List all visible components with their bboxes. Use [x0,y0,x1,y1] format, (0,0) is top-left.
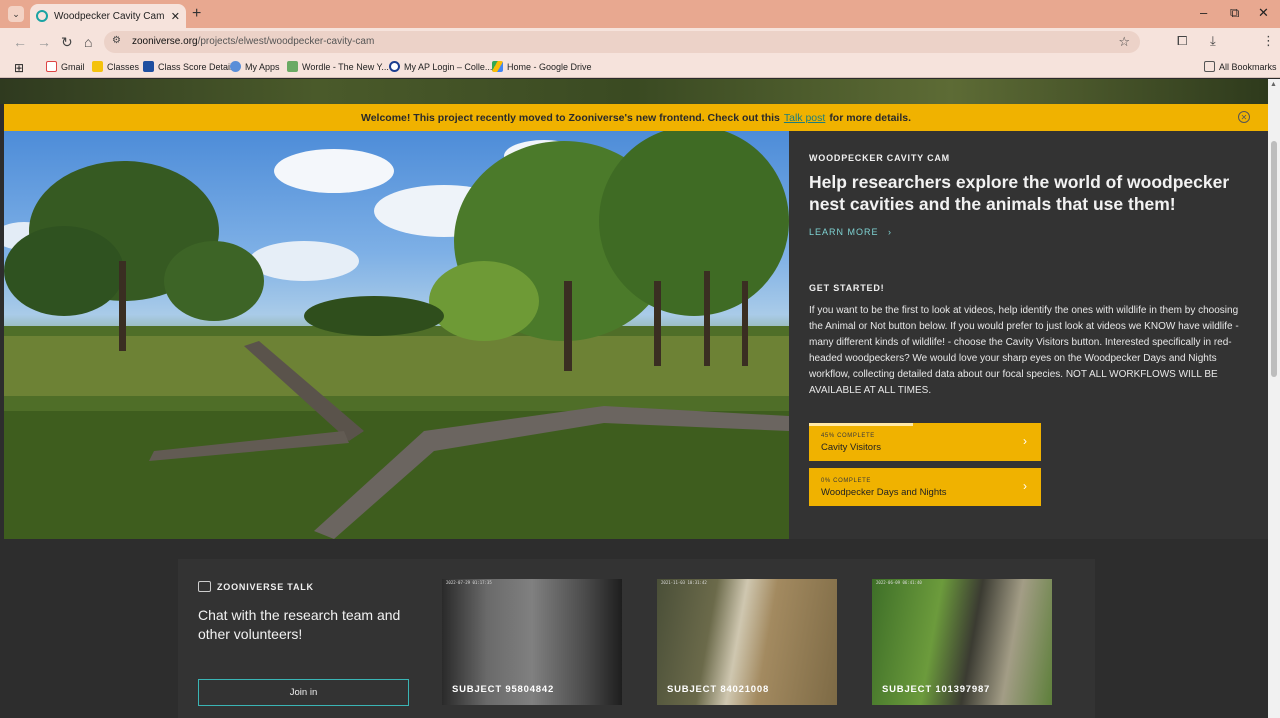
bookmark-my-apps[interactable]: My Apps [230,61,280,72]
classroom-icon [92,61,103,72]
new-tab-button[interactable]: + [192,5,201,23]
menu-kebab-icon[interactable]: ⋮ [1262,33,1275,49]
bookmark-star-icon[interactable]: ☆ [1118,34,1130,50]
chevron-right-icon: › [1023,479,1027,493]
talk-section: ZOONIVERSE TALK Chat with the research t… [178,559,1095,718]
bookmark-classes[interactable]: Classes [92,61,139,72]
subject-timestamp: 2021-11-03 10:31:42 [661,580,707,585]
all-bookmarks[interactable]: All Bookmarks [1204,61,1277,72]
chat-bubble-icon [198,581,211,592]
workflow-progress-bar [809,423,914,426]
tab-close-icon[interactable]: ✕ [171,10,180,23]
workflow-name: Cavity Visitors [821,442,882,453]
apps-grid-icon[interactable]: ⊞ [14,61,24,75]
browser-tab-bar: ⌄ Woodpecker Cavity Cam | Zooniverse ✕ +… [0,0,1280,28]
bookmark-gmail[interactable]: Gmail [46,61,85,72]
subject-label: SUBJECT 101397987 [882,684,991,695]
bookmarks-bar: ⊞ Gmail Classes Class Score Detail My Ap… [0,56,1280,78]
banner-close-icon[interactable]: ✕ [1238,111,1250,123]
workflow-button-cavity-visitors[interactable]: 45% COMPLETE Cavity Visitors › [809,423,1041,461]
subject-card-95804842[interactable]: 2022-07-29 01:17:35 SUBJECT 95804842 [442,579,622,705]
subject-timestamp: 2022-06-09 06:41:40 [876,580,922,585]
page-viewport: Welcome! This project recently moved to … [0,79,1268,718]
collegeboard-icon [389,61,400,72]
talk-tagline: Chat with the research team and other vo… [198,607,401,642]
get-started-text: If you want to be the first to look at v… [809,305,1239,396]
workflow-button-woodpecker-days-nights[interactable]: 0% COMPLETE Woodpecker Days and Nights › [809,468,1041,506]
chevron-right-icon: › [1023,434,1027,448]
back-icon[interactable]: ← [13,34,27,50]
subject-label: SUBJECT 84021008 [667,684,770,695]
join-in-button[interactable]: Join in [198,679,409,706]
tab-list-button[interactable]: ⌄ [8,6,24,22]
sis-icon [143,61,154,72]
subject-label: SUBJECT 95804842 [452,684,555,695]
project-background-image [4,131,789,539]
learn-more-link[interactable]: LEARN MORE › [809,227,892,237]
forward-icon[interactable]: → [37,34,51,50]
reload-icon[interactable]: ↻ [61,34,73,51]
workflow-name: Woodpecker Days and Nights [821,487,947,498]
bookmark-ap-login[interactable]: My AP Login – Colle... [389,61,492,72]
bookmark-wordle[interactable]: Wordle - The New Y... [287,61,389,72]
tab-title: Woodpecker Cavity Cam | Zooniverse [54,10,167,22]
project-intro-panel: WOODPECKER CAVITY CAM Help researchers e… [789,131,1268,539]
scroll-up-icon[interactable]: ▲ [1270,81,1277,88]
zooniverse-favicon-icon [36,10,48,22]
chevron-right-icon: › [888,227,893,237]
home-icon[interactable]: ⌂ [84,34,92,50]
welcome-banner: Welcome! This project recently moved to … [4,104,1268,131]
project-name: WOODPECKER CAVITY CAM [809,153,950,163]
active-tab[interactable]: Woodpecker Cavity Cam | Zooniverse ✕ [30,4,186,28]
banner-text: Welcome! This project recently moved to … [360,111,780,124]
wordle-icon [287,61,298,72]
subject-card-101397987[interactable]: 2022-06-09 06:41:40 SUBJECT 101397987 [872,579,1052,705]
bookmark-class-score[interactable]: Class Score Detail [143,61,232,72]
drive-icon [492,61,503,72]
restore-icon[interactable]: ⧉ [1230,5,1239,21]
download-icon[interactable]: ⤓ [1210,33,1216,49]
meadow-scene [4,131,789,539]
cloud-icon [230,61,241,72]
minimize-icon[interactable]: – [1200,5,1207,20]
header-background-image [0,79,1268,104]
workflow-progress-label: 45% COMPLETE [821,433,875,439]
extensions-puzzle-icon[interactable]: ⧠ [1177,33,1187,49]
project-headline: Help researchers explore the world of wo… [809,172,1230,214]
talk-heading: ZOONIVERSE TALK [198,581,314,592]
page-scrollbar[interactable]: ▲ [1268,79,1280,718]
subject-card-84021008[interactable]: 2021-11-03 10:31:42 SUBJECT 84021008 [657,579,837,705]
folder-icon [1204,61,1215,72]
bookmark-google-drive[interactable]: Home - Google Drive [492,61,592,72]
window-close-icon[interactable]: ✕ [1258,5,1269,21]
browser-toolbar: ← → ↻ ⌂ ⚙ zooniverse.org/projects/elwest… [0,28,1280,78]
get-started-title: GET STARTED! [809,283,885,293]
subject-timestamp: 2022-07-29 01:17:35 [446,580,492,585]
talk-post-link[interactable]: Talk post [784,112,825,124]
address-bar[interactable]: ⚙ zooniverse.org/projects/elwest/woodpec… [104,31,1140,53]
gmail-icon [46,61,57,72]
workflow-progress-label: 0% COMPLETE [821,478,871,484]
site-info-icon[interactable]: ⚙ [112,35,121,46]
scrollbar-thumb[interactable] [1271,141,1277,377]
banner-suffix: for more details. [829,111,912,124]
url-text: zooniverse.org/projects/elwest/woodpecke… [132,36,375,47]
